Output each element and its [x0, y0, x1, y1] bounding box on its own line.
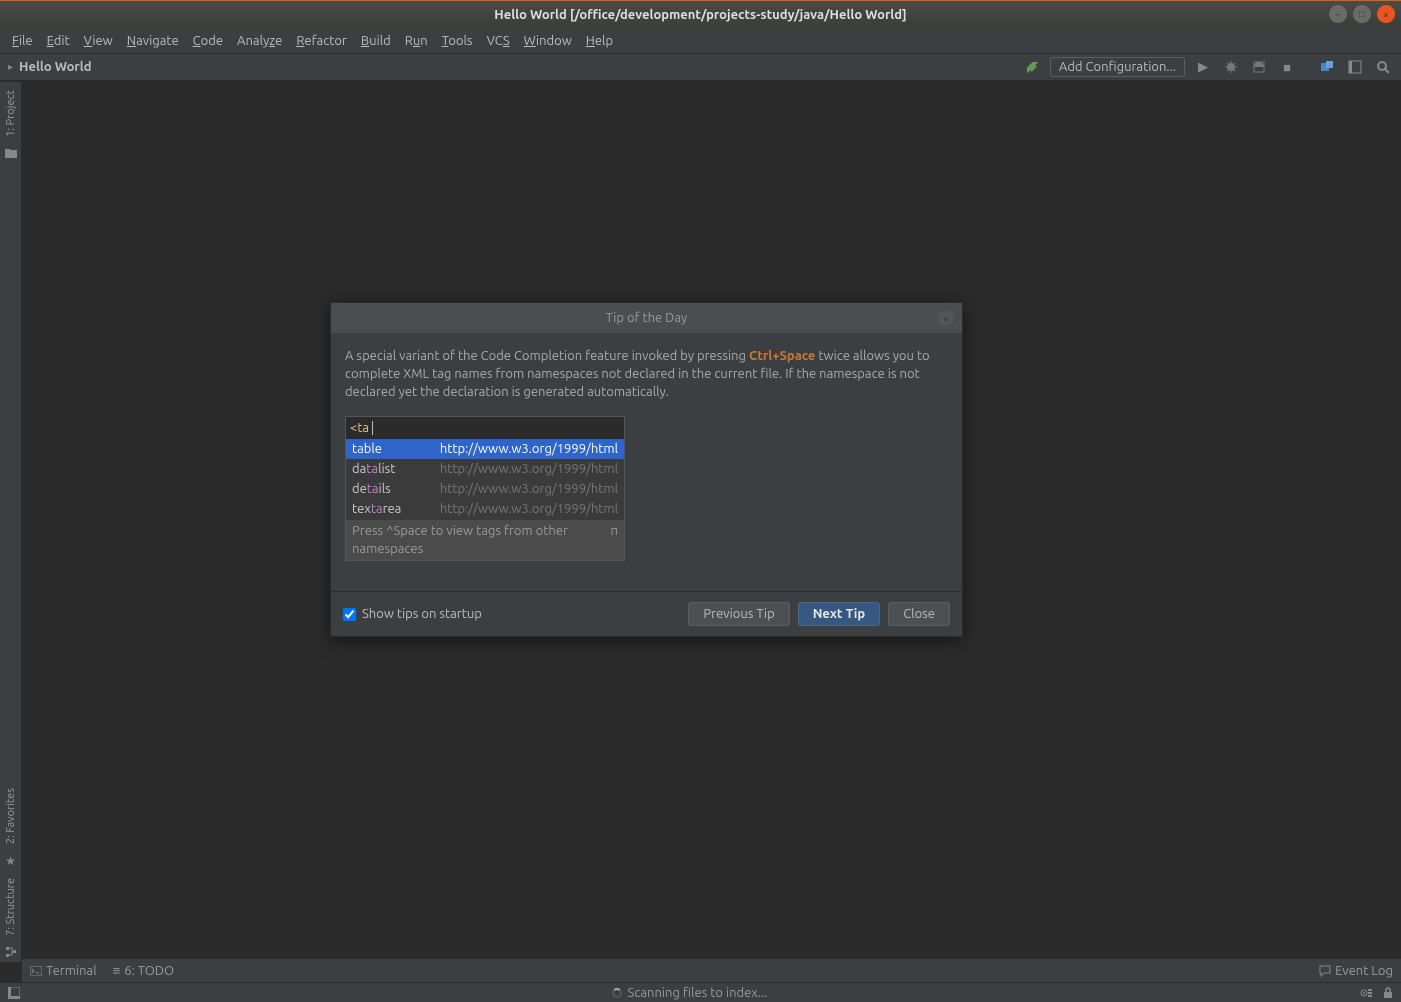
menu-navigate[interactable]: Navigate [121, 32, 185, 50]
hide-tool-windows-icon[interactable] [8, 987, 20, 999]
caret-icon [369, 421, 373, 435]
menu-run[interactable]: Run [399, 32, 434, 50]
window-titlebar: Hello World [/office/development/project… [0, 0, 1401, 28]
completion-hint: Press ^Space to view tags from other nam… [346, 520, 624, 560]
maximize-icon[interactable]: □ [1353, 5, 1371, 23]
completion-item[interactable]: tablehttp://www.w3.org/1999/html [346, 439, 624, 459]
dialog-title-text: Tip of the Day [606, 311, 688, 325]
menu-vcs[interactable]: VCS [481, 32, 516, 50]
search-icon[interactable] [1373, 57, 1393, 77]
tool-terminal[interactable]: Terminal [30, 964, 97, 978]
close-dialog-button[interactable]: Close [888, 602, 950, 626]
spinner-icon [612, 988, 622, 998]
structure-icon [5, 946, 17, 958]
left-tool-strip: 1: Project 2: Favorites ★ 7: Structure [0, 82, 22, 962]
minimize-icon[interactable]: – [1329, 5, 1347, 23]
menu-help[interactable]: Help [580, 32, 619, 50]
menu-build[interactable]: Build [355, 32, 397, 50]
menu-edit[interactable]: Edit [41, 32, 76, 50]
tip-of-the-day-dialog: Tip of the Day × A special variant of th… [330, 302, 963, 637]
tip-shortcut: Ctrl+Space [749, 349, 815, 363]
menu-code[interactable]: Code [187, 32, 229, 50]
build-icon[interactable] [1022, 57, 1042, 77]
tool-favorites[interactable]: 2: Favorites [5, 784, 17, 848]
window-controls: – □ × [1329, 5, 1395, 23]
dialog-body: A special variant of the Code Completion… [331, 333, 962, 583]
close-icon[interactable]: × [1377, 5, 1395, 23]
folder-icon [4, 147, 18, 159]
show-tips-checkbox[interactable]: Show tips on startup [343, 607, 482, 621]
bottom-tool-bar: Terminal ≡ 6: TODO Event Log [22, 958, 1401, 982]
tool-terminal-label: Terminal [46, 964, 97, 978]
tool-eventlog[interactable]: Event Log [1319, 964, 1393, 978]
tool-project[interactable]: 1: Project [5, 86, 17, 141]
inspection-icon[interactable] [1359, 986, 1373, 1000]
list-icon: ≡ [113, 963, 121, 978]
coverage-icon[interactable] [1249, 57, 1269, 77]
tool-todo[interactable]: ≡ 6: TODO [113, 963, 174, 978]
pi-icon: π [611, 522, 618, 558]
breadcrumb: ▸ Hello World [8, 60, 92, 74]
menu-refactor[interactable]: Refactor [290, 32, 353, 50]
menubar: File Edit View Navigate Code Analyze Ref… [0, 28, 1401, 54]
navigation-bar: ▸ Hello World Add Configuration... ▶ ■ [0, 54, 1401, 81]
show-tips-input[interactable] [343, 608, 356, 621]
breadcrumb-sep-icon: ▸ [8, 61, 13, 73]
add-configuration-button[interactable]: Add Configuration... [1050, 57, 1185, 77]
menu-file[interactable]: File [6, 32, 39, 50]
menu-window[interactable]: Window [518, 32, 578, 50]
run-icon[interactable]: ▶ [1193, 57, 1213, 77]
show-tips-label: Show tips on startup [362, 607, 482, 621]
status-bar: Scanning files to index... [0, 982, 1401, 1002]
tool-structure[interactable]: 7: Structure [5, 874, 17, 940]
menu-view[interactable]: View [78, 32, 119, 50]
tip-prefix: A special variant of the Code Completion… [345, 349, 749, 363]
window-title: Hello World [/office/development/project… [494, 8, 906, 22]
completion-item[interactable]: datalisthttp://www.w3.org/1999/html [346, 459, 624, 479]
previous-tip-button[interactable]: Previous Tip [688, 602, 789, 626]
speech-icon [1319, 965, 1331, 977]
completion-item[interactable]: detailshttp://www.w3.org/1999/html [346, 479, 624, 499]
dialog-titlebar: Tip of the Day × [331, 303, 962, 333]
status-message: Scanning files to index... [20, 986, 1359, 1000]
toggle-tool-windows-icon[interactable] [1345, 57, 1365, 77]
project-structure-icon[interactable] [1317, 57, 1337, 77]
tip-text: A special variant of the Code Completion… [345, 347, 948, 402]
lock-icon[interactable] [1383, 987, 1393, 999]
dialog-close-icon[interactable]: × [938, 310, 954, 326]
next-tip-button[interactable]: Next Tip [798, 602, 880, 626]
menu-tools[interactable]: Tools [436, 32, 479, 50]
stop-icon[interactable]: ■ [1277, 57, 1297, 77]
status-text: Scanning files to index... [628, 986, 768, 1000]
tool-todo-label: 6: TODO [124, 964, 174, 978]
star-icon: ★ [5, 854, 16, 868]
toolbar-right: Add Configuration... ▶ ■ [1022, 57, 1393, 77]
debug-icon[interactable] [1221, 57, 1241, 77]
code-completion-popup: <ta tablehttp://www.w3.org/1999/htmldata… [345, 416, 625, 561]
dialog-footer: Show tips on startup Previous Tip Next T… [331, 592, 962, 636]
menu-analyze[interactable]: Analyze [231, 32, 288, 50]
completion-item[interactable]: textareahttp://www.w3.org/1999/html [346, 499, 624, 519]
tool-eventlog-label: Event Log [1335, 964, 1393, 978]
code-input: <ta [346, 417, 624, 439]
breadcrumb-item[interactable]: Hello World [19, 60, 91, 74]
